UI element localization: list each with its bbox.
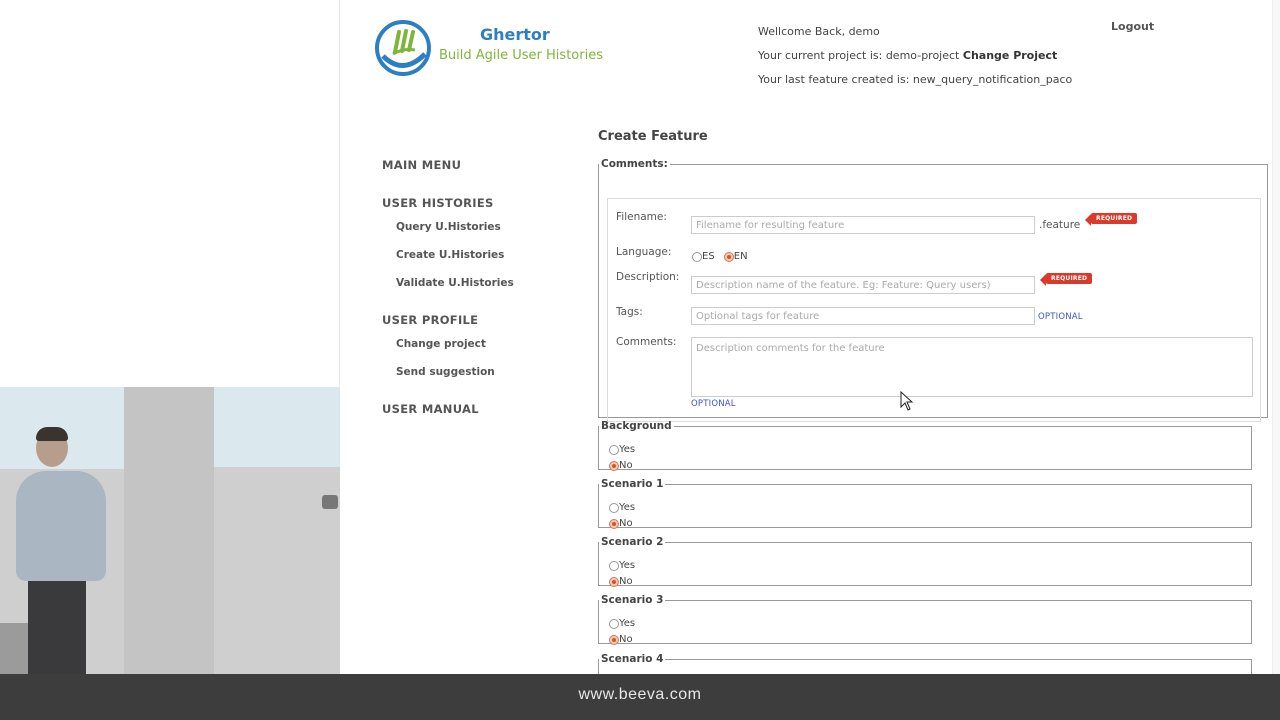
current-project-line: Your current project is: demo-project Ch… [758,44,1072,68]
footer-url: www.beeva.com [578,686,702,703]
sidebar-item-query[interactable]: Query U.Histories [382,220,582,234]
background-no-label: No [619,460,633,471]
language-label: Language: [616,246,672,258]
scenario-2-no-row: No [609,576,633,588]
background-yes-radio[interactable] [609,444,619,455]
presenter-legs [28,579,86,674]
app-logo[interactable]: Ghertor Build Agile User Histories [375,18,603,78]
sidebar-item-change-project[interactable]: Change project [382,337,582,351]
filename-input[interactable] [691,216,1035,234]
comments-legend: Comments: [601,158,668,170]
scenario-1-yes-label: Yes [619,502,636,513]
scenario-1-yes-radio[interactable] [609,502,619,513]
comments-label: Comments: [616,336,677,348]
sidebar-item-validate[interactable]: Validate U.Histories [382,276,582,290]
sidebar-user-histories[interactable]: USER HISTORIES [382,196,582,210]
logo-icon [375,20,431,76]
language-es-radio[interactable] [692,251,702,262]
logo-subtitle: Build Agile User Histories [439,48,603,63]
sidebar-item-create[interactable]: Create U.Histories [382,248,582,262]
camera-icon [322,495,338,509]
scenario-4-legend: Scenario 4 [601,653,664,665]
presenter-body [16,471,106,581]
scenario-1-yes-row: Yes [609,502,635,514]
background-no-row: No [609,460,633,472]
language-en-radio[interactable] [723,251,734,262]
welcome-text: Wellcome Back, demo [758,25,880,38]
sidebar-main-menu[interactable]: MAIN MENU [382,158,582,172]
video-window-right [214,387,340,467]
page-scrollbar[interactable] [1272,0,1280,674]
background-fieldset: Background Yes No [598,420,1252,472]
logout-link[interactable]: Logout [1111,20,1154,34]
presenter-hair [36,427,68,441]
background-yes-row: Yes [609,444,635,456]
scenario-3-no-row: No [609,634,633,646]
change-project-link[interactable]: Change Project [963,49,1057,62]
scenario-3-no-radio[interactable] [609,634,619,645]
presenter-video [0,387,340,674]
scenario-2-yes-radio[interactable] [609,560,619,571]
scenario-1-no-radio[interactable] [609,518,619,529]
scenario-1-no-row: No [609,518,633,530]
scenario-2-yes-label: Yes [619,560,636,571]
filename-label: Filename: [616,211,667,223]
video-wall [124,387,214,674]
sidebar-menu: MAIN MENU USER HISTORIES Query U.Histori… [382,158,582,416]
last-feature-text: Your last feature created is: new_query_… [758,73,1073,86]
background-no-radio[interactable] [609,460,619,471]
tags-label: Tags: [616,306,643,318]
comments-optional-label: OPTIONAL [691,399,736,409]
scenario-3-yes-row: Yes [609,618,635,630]
sidebar-user-profile[interactable]: USER PROFILE [382,313,582,327]
mouse-cursor-icon [900,391,914,411]
scenario-2-yes-row: Yes [609,560,635,572]
scenario-3-fieldset: Scenario 3 Yes No [598,594,1252,646]
scenario-2-no-radio[interactable] [609,576,619,587]
footer-bar: www.beeva.com [0,674,1280,720]
language-radio-group: ES EN [692,246,748,265]
current-project-text: Your current project is: demo-project [758,49,960,62]
scenario-1-no-label: No [619,518,633,529]
logo-title: Ghertor [480,25,550,44]
scenario-4-fieldset: Scenario 4 [598,653,1252,674]
language-en-label: EN [733,251,748,262]
comments-fieldset: Comments: Filename: .feature REQUIRED La… [598,158,1268,422]
tags-optional-label: OPTIONAL [1038,312,1083,322]
comments-textarea[interactable] [691,337,1253,397]
background-legend: Background [601,420,672,432]
scenario-1-legend: Scenario 1 [601,478,664,490]
background-yes-label: Yes [619,444,636,455]
filename-suffix: .feature [1039,219,1081,231]
scenario-3-yes-label: Yes [619,618,636,629]
scenario-2-legend: Scenario 2 [601,536,664,548]
description-input[interactable] [691,276,1035,294]
scenario-1-fieldset: Scenario 1 Yes No [598,478,1252,530]
scenario-2-fieldset: Scenario 2 Yes No [598,536,1252,588]
description-required-badge: REQUIRED [1039,273,1093,286]
page-title: Create Feature [598,129,708,144]
filename-required-badge: REQUIRED [1084,213,1138,226]
scenario-3-yes-radio[interactable] [609,618,619,629]
description-label: Description: [616,271,680,283]
scenario-2-no-label: No [619,576,633,587]
tags-input[interactable] [691,307,1035,325]
sidebar-user-manual[interactable]: USER MANUAL [382,402,582,416]
scenario-3-legend: Scenario 3 [601,594,664,606]
language-es-label: ES [702,251,715,262]
sidebar-item-send-suggestion[interactable]: Send suggestion [382,365,582,379]
scenario-3-no-label: No [619,634,633,645]
user-info: Wellcome Back, demo Your current project… [758,20,1072,92]
comments-inner-box: Filename: .feature REQUIRED Language: ES… [607,198,1261,422]
